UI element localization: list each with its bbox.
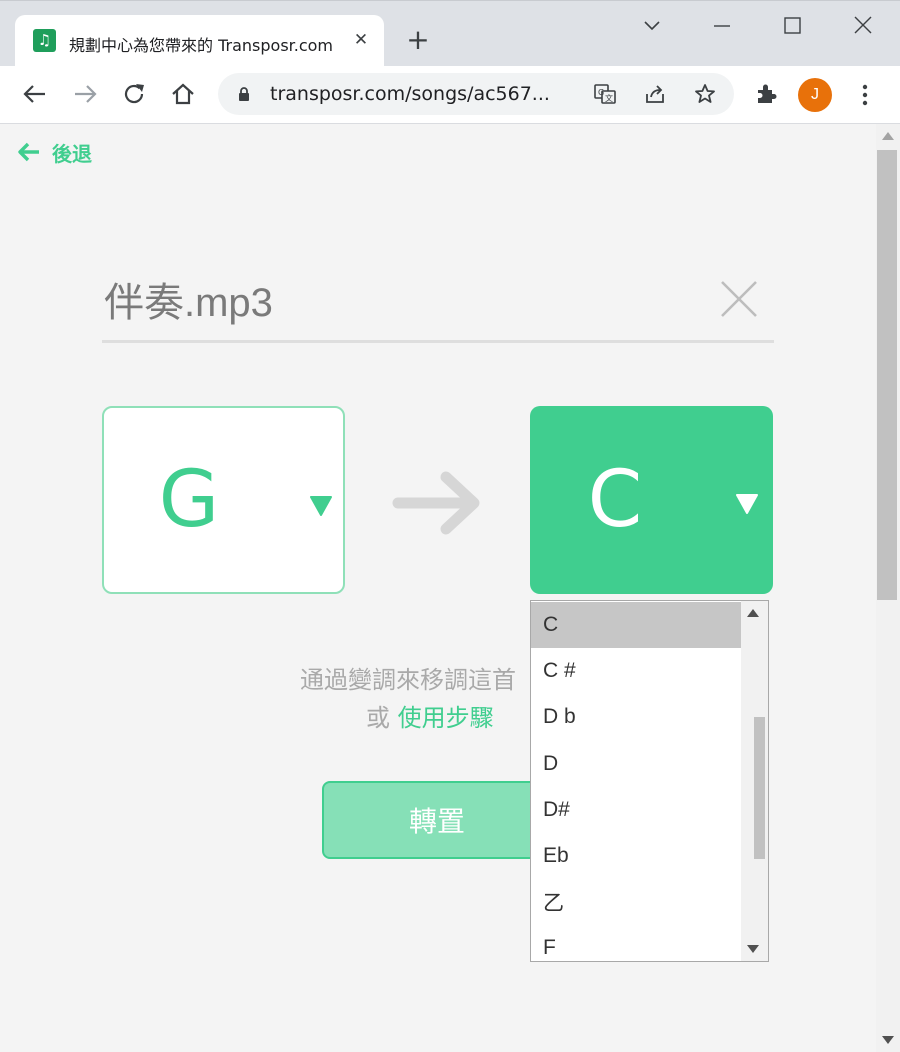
home-icon[interactable] bbox=[168, 79, 198, 109]
transpose-button[interactable]: 轉置 bbox=[322, 781, 554, 859]
file-divider bbox=[102, 340, 774, 343]
more-vert-icon[interactable] bbox=[855, 82, 875, 108]
chevron-down-icon[interactable] bbox=[637, 11, 667, 41]
back-label: 後退 bbox=[52, 141, 92, 166]
key-option[interactable]: D b bbox=[531, 694, 742, 740]
transpose-button-label: 轉置 bbox=[408, 805, 465, 838]
dropdown-scrollbar[interactable] bbox=[741, 601, 768, 961]
back-link[interactable]: 後退 bbox=[16, 138, 92, 166]
key-option[interactable]: D bbox=[531, 741, 742, 787]
caret-down-icon bbox=[736, 494, 758, 514]
reload-icon[interactable] bbox=[119, 79, 149, 109]
browser-tab[interactable]: ♫ 規劃中心為您帶來的 Transposr.com ✕ bbox=[15, 15, 384, 67]
page-content: 後退 伴奏.mp3 G C 通過變調來移調這首 或 使用步驟 轉置 C C # … bbox=[0, 124, 876, 1052]
file-name: 伴奏.mp3 bbox=[104, 281, 273, 325]
forward-icon[interactable] bbox=[70, 79, 100, 109]
arrow-right-icon bbox=[392, 471, 480, 535]
key-option[interactable]: 乙 bbox=[531, 879, 742, 925]
address-bar[interactable]: transposr.com/songs/ac567... G 文 bbox=[218, 73, 734, 115]
to-key-value: C bbox=[587, 455, 643, 545]
url-text[interactable]: transposr.com/songs/ac567... bbox=[270, 83, 580, 105]
dropdown-scroll-thumb[interactable] bbox=[754, 717, 765, 859]
close-icon[interactable] bbox=[718, 278, 760, 320]
bookmark-star-icon[interactable] bbox=[693, 82, 717, 106]
scroll-up-icon[interactable] bbox=[882, 132, 894, 140]
from-key-value: G bbox=[158, 455, 220, 545]
caret-down-icon bbox=[310, 496, 332, 516]
extensions-puzzle-icon[interactable] bbox=[753, 81, 779, 107]
scroll-up-icon[interactable] bbox=[747, 609, 759, 617]
page-scroll-thumb[interactable] bbox=[877, 150, 897, 600]
profile-avatar[interactable]: J bbox=[798, 78, 832, 112]
lock-icon[interactable] bbox=[236, 86, 252, 102]
window-close-icon[interactable] bbox=[848, 11, 878, 41]
use-steps-link[interactable]: 使用步驟 bbox=[398, 704, 494, 732]
arrow-left-icon bbox=[18, 142, 39, 162]
new-tab-button[interactable]: + bbox=[404, 26, 432, 55]
svg-text:文: 文 bbox=[605, 93, 613, 103]
scroll-down-icon[interactable] bbox=[747, 945, 759, 953]
close-tab-icon[interactable]: ✕ bbox=[350, 29, 372, 51]
tab-title: 規劃中心為您帶來的 Transposr.com bbox=[69, 36, 334, 55]
description-line2: 或 使用步驟 bbox=[366, 698, 494, 733]
key-option[interactable]: C # bbox=[531, 648, 742, 694]
tab-strip: ♫ 規劃中心為您帶來的 Transposr.com ✕ + bbox=[0, 0, 900, 67]
minimize-icon[interactable] bbox=[707, 11, 737, 41]
maximize-icon[interactable] bbox=[777, 11, 807, 41]
key-option[interactable]: C bbox=[531, 602, 742, 649]
to-key-select[interactable]: C bbox=[530, 406, 773, 594]
browser-toolbar: transposr.com/songs/ac567... G 文 J bbox=[0, 66, 900, 124]
key-option[interactable]: F bbox=[531, 925, 742, 961]
key-dropdown-list[interactable]: C C # D b D D# Eb 乙 F bbox=[530, 600, 769, 962]
description-text: 通過變調來移調這首 bbox=[300, 666, 516, 694]
key-option[interactable]: D# bbox=[531, 787, 742, 833]
music-note-icon: ♫ bbox=[33, 29, 56, 52]
share-icon[interactable] bbox=[643, 82, 667, 106]
key-options: C C # D b D D# Eb 乙 F bbox=[531, 602, 742, 961]
from-key-select[interactable]: G bbox=[102, 406, 345, 594]
page-scrollbar[interactable] bbox=[876, 124, 900, 1052]
svg-text:G: G bbox=[598, 88, 604, 97]
translate-icon[interactable]: G 文 bbox=[593, 82, 617, 106]
key-option[interactable]: Eb bbox=[531, 833, 742, 879]
scroll-down-icon[interactable] bbox=[882, 1036, 894, 1044]
back-icon[interactable] bbox=[20, 79, 50, 109]
or-text: 或 bbox=[366, 704, 390, 732]
